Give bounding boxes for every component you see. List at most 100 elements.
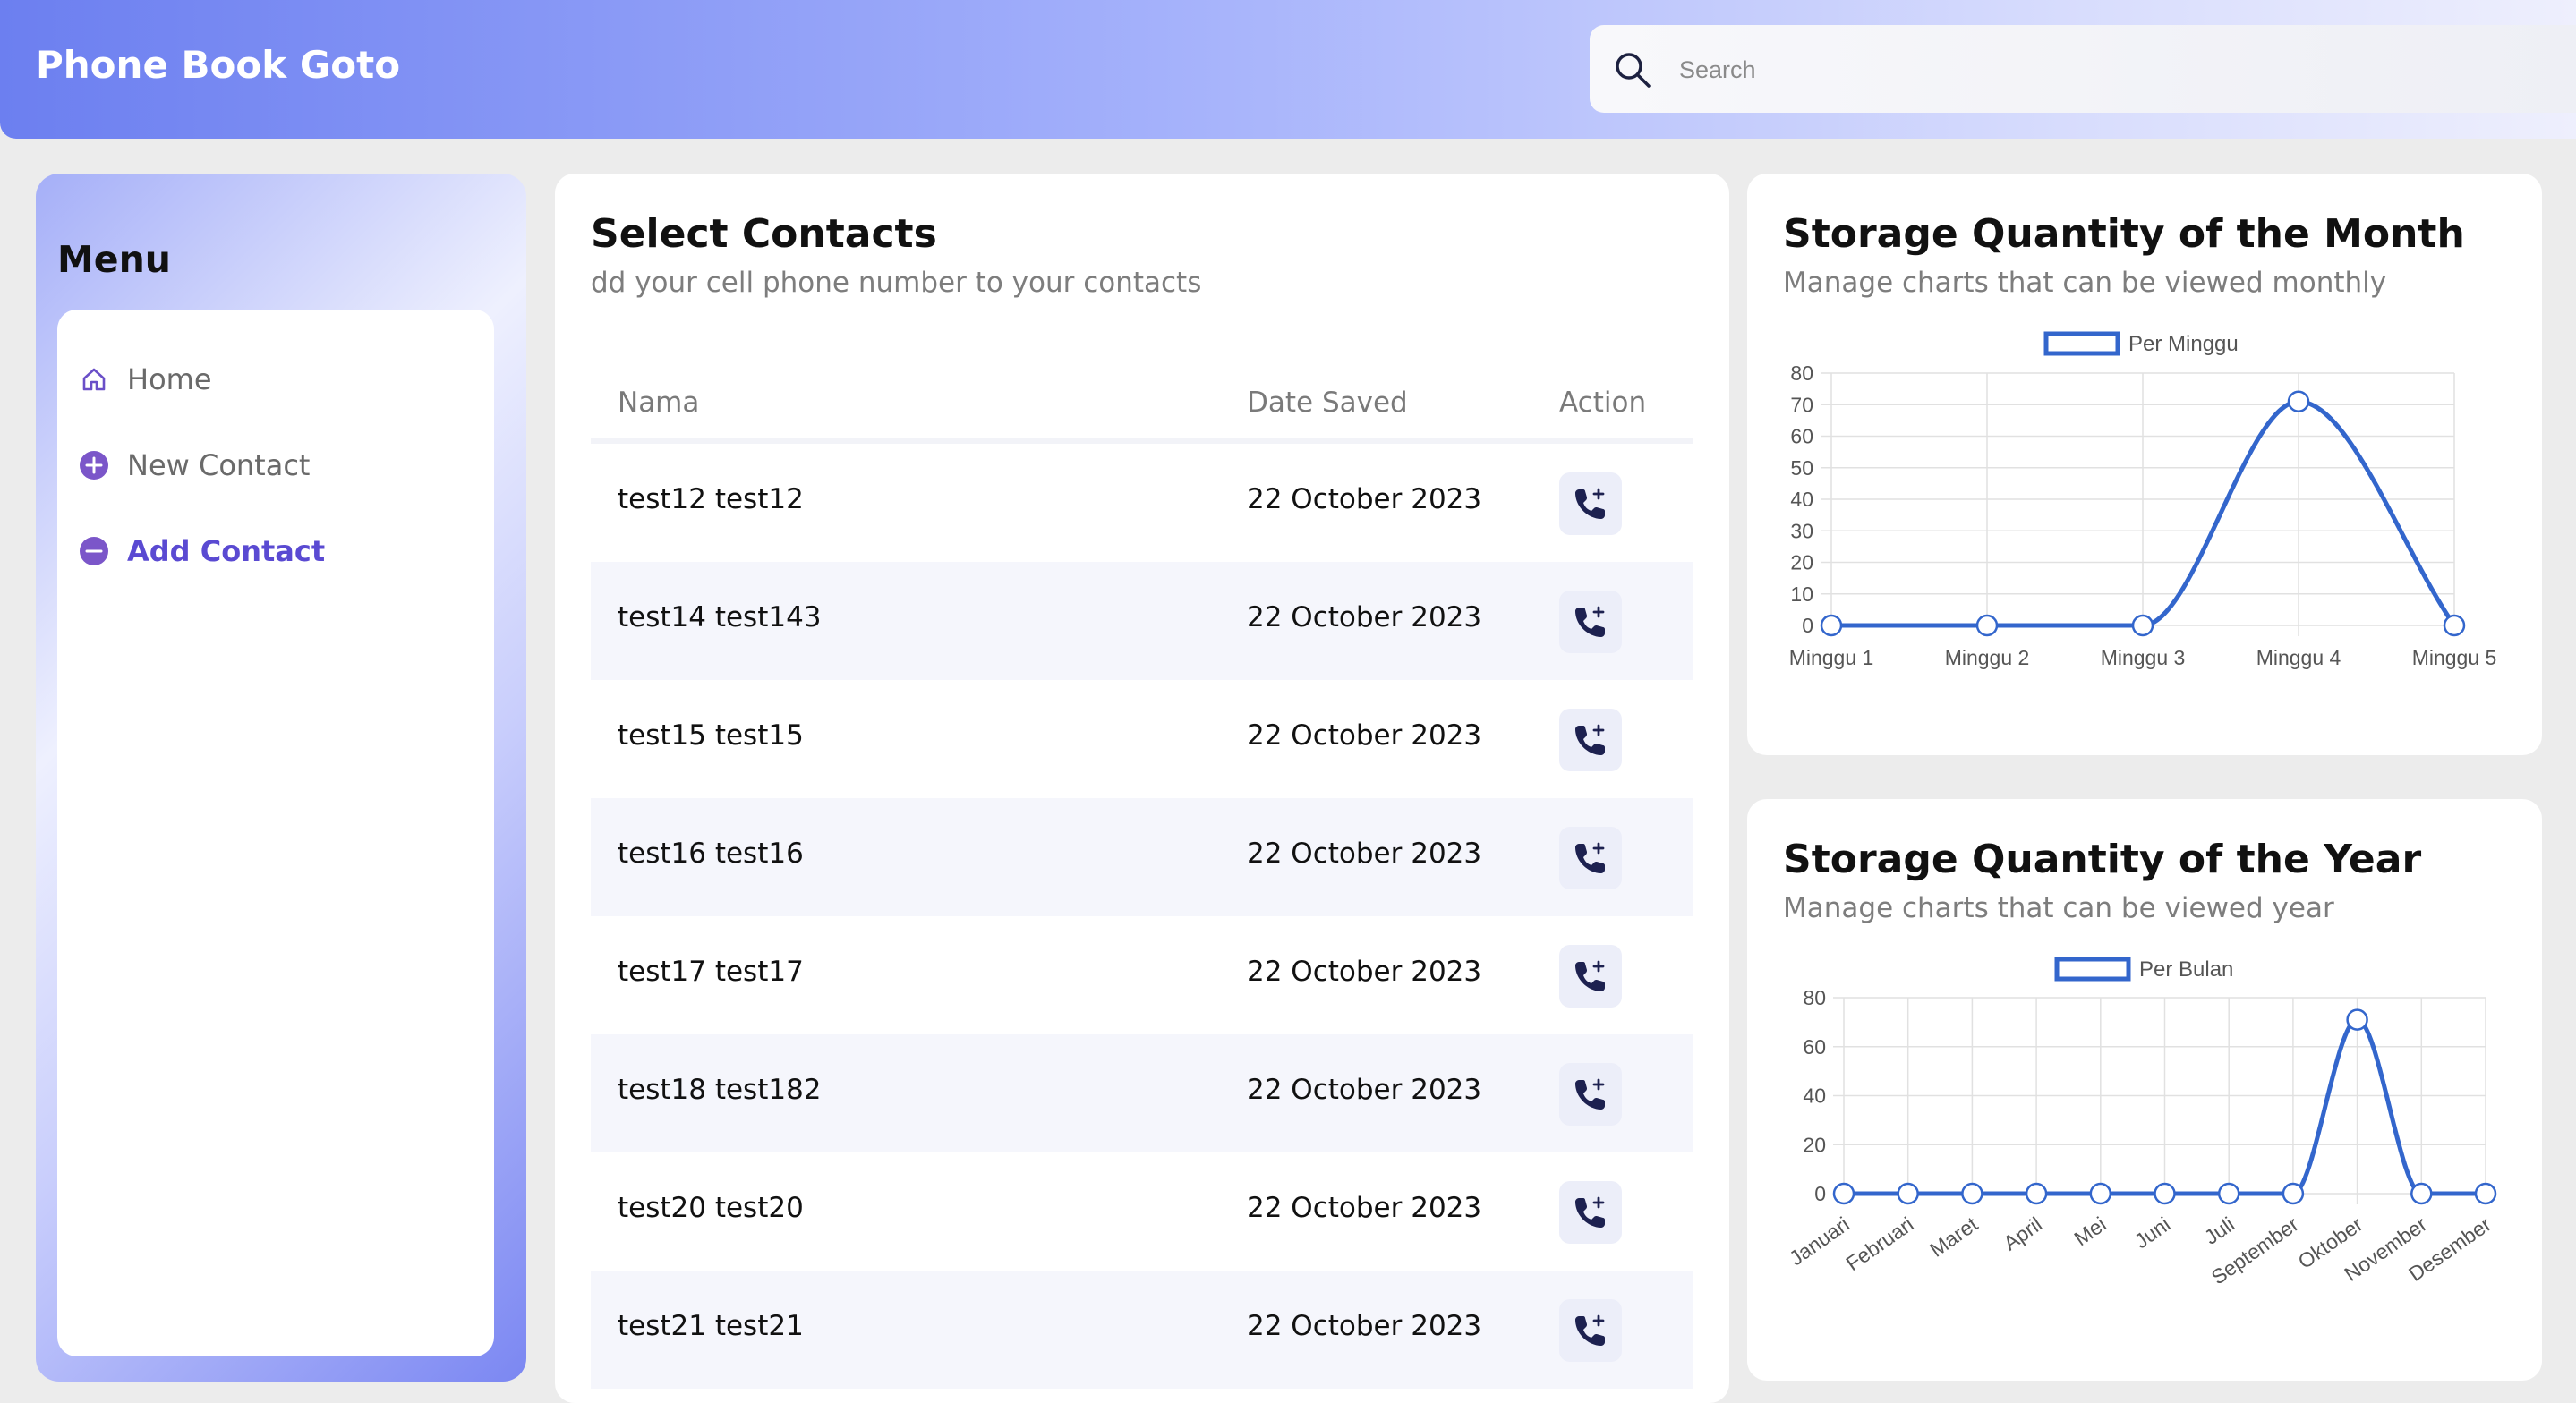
contacts-title: Select Contacts <box>591 211 937 257</box>
phone-plus-icon <box>1575 1196 1605 1228</box>
call-button[interactable] <box>1559 709 1622 771</box>
sidebar: Menu Home New Contact Add Contact <box>36 174 526 1382</box>
y-tick-label: 40 <box>1803 1084 1826 1108</box>
call-button[interactable] <box>1559 1063 1622 1126</box>
data-point <box>2474 1182 2497 1205</box>
table-row: test17 test17 22 October 2023 <box>591 916 1693 1034</box>
data-point <box>2131 614 2154 637</box>
contact-name: test14 test143 <box>618 601 822 633</box>
contact-date: 22 October 2023 <box>1247 1192 1482 1224</box>
y-tick-label: 60 <box>1803 1035 1826 1059</box>
yearly-chart-card: Storage Quantity of the Year Manage char… <box>1747 799 2542 1381</box>
x-tick-label: April <box>1999 1212 2046 1255</box>
data-point <box>1832 1182 1855 1205</box>
y-tick-label: 40 <box>1790 488 1813 511</box>
data-point <box>2443 614 2466 637</box>
data-point <box>1820 614 1843 637</box>
column-header-name: Nama <box>618 387 700 419</box>
search-input[interactable] <box>1677 45 2486 95</box>
phone-plus-icon <box>1575 1078 1605 1110</box>
y-tick-label: 10 <box>1790 582 1813 606</box>
data-point <box>2287 390 2310 412</box>
contact-name: test15 test15 <box>618 719 804 752</box>
minus-circle-icon <box>79 536 109 566</box>
call-button[interactable] <box>1559 591 1622 653</box>
plus-circle-icon <box>79 450 109 480</box>
y-tick-label: 60 <box>1790 425 1813 448</box>
y-tick-label: 50 <box>1790 456 1813 480</box>
sidebar-item-new-contact[interactable]: New Contact <box>79 440 473 490</box>
x-tick-label: Juni <box>2130 1212 2174 1254</box>
y-tick-label: 80 <box>1790 361 1813 385</box>
phone-plus-icon <box>1575 1314 1605 1346</box>
call-button[interactable] <box>1559 1299 1622 1362</box>
phone-plus-icon <box>1575 724 1605 755</box>
menu-title: Menu <box>57 238 171 281</box>
legend-swatch <box>2054 957 2131 982</box>
chart-legend: Per Minggu <box>2043 331 2239 356</box>
y-tick-label: 30 <box>1790 519 1813 542</box>
x-tick-label: Minggu 3 <box>2101 646 2186 669</box>
phone-plus-icon <box>1575 960 1605 991</box>
x-tick-label: Minggu 2 <box>1945 646 2030 669</box>
menu-panel: Home New Contact Add Contact <box>57 310 494 1356</box>
call-button[interactable] <box>1559 472 1622 535</box>
data-point <box>1975 614 1999 637</box>
contact-date: 22 October 2023 <box>1247 838 1482 870</box>
sidebar-item-label: Home <box>127 362 212 396</box>
data-point <box>2346 1008 2368 1031</box>
call-button[interactable] <box>1559 1181 1622 1244</box>
contacts-subtitle: dd your cell phone number to your contac… <box>591 267 1202 299</box>
x-tick-label: Minggu 5 <box>2412 646 2497 669</box>
sidebar-item-home[interactable]: Home <box>79 354 473 404</box>
y-tick-label: 20 <box>1790 551 1813 574</box>
top-header: Phone Book Goto <box>0 0 2576 139</box>
data-point <box>2089 1182 2112 1205</box>
contact-name: test16 test16 <box>618 838 804 870</box>
call-button[interactable] <box>1559 827 1622 889</box>
app-title: Phone Book Goto <box>36 43 401 87</box>
contact-name: test21 test21 <box>618 1310 804 1342</box>
column-header-action: Action <box>1559 387 1647 419</box>
yearly-line-chart: Per Bulan 0 20 40 60 80 JanuariFebruari Maret Ap… <box>1785 957 2497 1289</box>
phone-plus-icon <box>1575 606 1605 637</box>
table-row: test12 test12 22 October 2023 <box>591 444 1693 562</box>
x-tick-label: Minggu 4 <box>2256 646 2341 669</box>
contact-name: test17 test17 <box>618 956 804 988</box>
table-row: test14 test143 22 October 2023 <box>591 562 1693 680</box>
call-button[interactable] <box>1559 945 1622 1008</box>
monthly-line-chart: Per Minggu 0 10 20 30 40 50 60 70 80 Minggu 1 Mingg… <box>1789 331 2497 669</box>
y-tick-label: 0 <box>1802 614 1813 637</box>
table-row: test18 test182 22 October 2023 <box>591 1034 1693 1152</box>
sidebar-item-add-contact[interactable]: Add Contact <box>79 526 473 576</box>
x-tick-label: Juli <box>2200 1212 2239 1249</box>
contact-name: test12 test12 <box>618 483 804 515</box>
table-row: test21 test21 22 October 2023 <box>591 1271 1693 1389</box>
contact-date: 22 October 2023 <box>1247 719 1482 752</box>
data-point <box>2025 1182 2048 1205</box>
chart-legend: Per Bulan <box>2054 957 2233 982</box>
data-point <box>2282 1182 2305 1205</box>
sidebar-item-label: Add Contact <box>127 534 326 568</box>
contacts-card: Select Contacts dd your cell phone numbe… <box>555 174 1729 1403</box>
data-point <box>1897 1182 1919 1205</box>
contact-date: 22 October 2023 <box>1247 956 1482 988</box>
x-tick-label: Mei <box>2069 1212 2110 1251</box>
table-row: test20 test20 22 October 2023 <box>591 1152 1693 1271</box>
phone-plus-icon <box>1575 842 1605 873</box>
contact-name: test18 test182 <box>618 1074 822 1106</box>
x-tick-label: Januari <box>1785 1212 1854 1271</box>
search-bar[interactable] <box>1590 25 2576 113</box>
contact-date: 22 October 2023 <box>1247 1074 1482 1106</box>
y-tick-label: 70 <box>1790 393 1813 416</box>
data-point <box>1961 1182 1983 1205</box>
y-tick-label: 20 <box>1803 1133 1826 1156</box>
contact-name: test20 test20 <box>618 1192 804 1224</box>
x-tick-label: Februari <box>1841 1212 1917 1275</box>
contact-date: 22 October 2023 <box>1247 483 1482 515</box>
y-tick-label: 80 <box>1803 986 1826 1009</box>
monthly-chart-card: Storage Quantity of the Month Manage cha… <box>1747 174 2542 755</box>
contact-date: 22 October 2023 <box>1247 1310 1482 1342</box>
search-icon[interactable] <box>1613 50 1652 89</box>
data-point <box>2217 1182 2240 1205</box>
